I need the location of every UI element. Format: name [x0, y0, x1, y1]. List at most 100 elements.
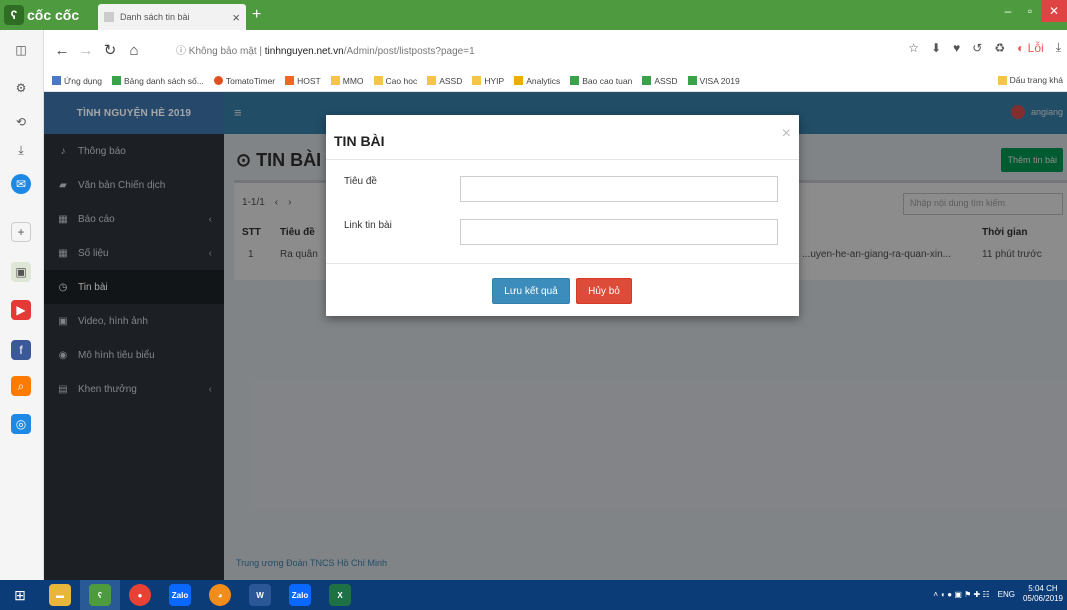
url-path: /Admin/post/listposts?page=1	[343, 46, 475, 57]
browser-tab-active[interactable]: Danh sách tin bài ×	[98, 4, 246, 30]
restore-button[interactable]: ▫	[1019, 0, 1041, 22]
modal-divider	[326, 159, 799, 160]
windows-taskbar: ⊞ ▬ ʕ ● Zalo ◕ W Zalo X ˄ ◖ ● ▣ ⚑ ✚ ☷ EN…	[0, 580, 1067, 610]
bookmark-item[interactable]: Bảng danh sách số...	[111, 76, 204, 86]
bookmark-item[interactable]: Analytics	[514, 76, 560, 86]
system-tray: ˄ ◖ ● ▣ ⚑ ✚ ☷ ENG 5:04 CH 05/06/2019	[933, 584, 1063, 604]
clock-time: 5:04 CH	[1028, 584, 1058, 593]
bookmark-label: Cao hoc	[385, 75, 418, 86]
bookmark-item[interactable]: ASSD	[427, 76, 462, 86]
chrome-taskbar-button[interactable]: ●	[120, 580, 160, 610]
modal-divider	[326, 263, 799, 264]
profile-badge[interactable]: ◐ Lỗi	[1017, 41, 1044, 55]
home-button[interactable]: ⌂	[122, 42, 146, 59]
close-icon[interactable]: ×	[782, 125, 791, 143]
url-host: tinhnguyen.net.vn	[264, 46, 344, 57]
bookmark-item[interactable]: HYIP	[472, 76, 504, 86]
bookmark-label: HOST	[297, 75, 321, 86]
search-app-icon[interactable]: ⌕	[11, 376, 31, 396]
browser-brand[interactable]: ʕ cốc cốc	[0, 0, 98, 30]
bookmark-label: Dấu trang khá	[1009, 75, 1063, 85]
link-input[interactable]	[460, 219, 778, 245]
word-icon: W	[249, 584, 271, 606]
new-tab-button[interactable]: +	[252, 6, 261, 24]
app-taskbar-button[interactable]: ◕	[200, 580, 240, 610]
folder-icon: ▬	[49, 584, 71, 606]
zalo2-taskbar-button[interactable]: Zalo	[280, 580, 320, 610]
language-indicator[interactable]: ENG	[998, 590, 1015, 599]
coccoc-taskbar-button[interactable]: ʕ	[80, 580, 120, 610]
modal-title: TIN BÀI	[334, 133, 385, 149]
window-close-button[interactable]: ✕	[1041, 0, 1067, 22]
page-favicon-icon	[104, 12, 114, 22]
sheet-icon	[642, 76, 652, 85]
bookmark-label: VISA 2019	[699, 75, 740, 86]
tray-icons[interactable]: ˄ ◖ ● ▣ ⚑ ✚ ☷	[933, 590, 989, 599]
host-icon	[285, 76, 295, 85]
address-bar-actions: ☆ ⬇ ♥ ↺ ♻ ◐ Lỗi ⤓	[908, 40, 1061, 55]
tomato-icon	[213, 76, 223, 85]
sheet-icon	[111, 76, 121, 85]
download-icon[interactable]: ⤓	[11, 140, 31, 160]
star-icon[interactable]: ☆	[908, 41, 919, 55]
app-icon: ◕	[209, 584, 231, 606]
bookmark-item[interactable]: VISA 2019	[687, 75, 740, 86]
zalo-taskbar-button[interactable]: Zalo	[160, 580, 200, 610]
messenger-icon[interactable]: ✉	[11, 174, 31, 194]
bookmark-item[interactable]: Cao hoc	[373, 75, 418, 86]
bookmark-item[interactable]: HOST	[285, 76, 321, 86]
minimize-button[interactable]: –	[997, 0, 1019, 22]
save-button[interactable]: Lưu kết quả	[492, 278, 570, 304]
sidebar-panel-icon[interactable]: ◫	[11, 40, 31, 60]
sheet-icon	[687, 76, 697, 85]
close-tab-icon[interactable]: ×	[232, 10, 240, 25]
url-field[interactable]: ⓘ Không bảo mật | tinhnguyen.net.vn/Admi…	[176, 42, 475, 57]
reload-button[interactable]: ↻	[98, 41, 122, 59]
file-explorer-button[interactable]: ▬	[40, 580, 80, 610]
bookmark-label: ASSD	[654, 75, 678, 86]
excel-icon: X	[329, 584, 351, 606]
facebook-icon[interactable]: f	[11, 340, 31, 360]
bookmark-item[interactable]: TomatoTimer	[213, 76, 275, 86]
apps-grid-icon	[52, 76, 61, 85]
bookmark-label: MMO	[342, 75, 364, 86]
folder-icon	[472, 76, 482, 85]
bookmark-label: Bao cao tuan	[582, 75, 633, 86]
download-arrow-icon[interactable]: ⤓	[1056, 40, 1061, 55]
save-icon[interactable]: ⬇	[931, 41, 941, 55]
folder-icon	[427, 76, 437, 85]
window-controls: – ▫ ✕	[997, 0, 1067, 22]
excel-taskbar-button[interactable]: X	[320, 580, 360, 610]
folder-icon	[997, 75, 1007, 85]
bookmark-item[interactable]: Bao cao tuan	[570, 76, 632, 86]
cancel-button[interactable]: Hủy bỏ	[576, 278, 632, 304]
other-bookmarks[interactable]: Dấu trang khá	[997, 75, 1063, 85]
bookmark-item[interactable]: ASSD	[642, 75, 678, 86]
title-input[interactable]	[460, 176, 778, 202]
browser-tab-bar: ʕ cốc cốc Danh sách tin bài × + – ▫ ✕	[0, 0, 1067, 30]
settings-icon[interactable]: ⚙	[11, 78, 31, 98]
clock[interactable]: 5:04 CH 05/06/2019	[1023, 584, 1063, 604]
url-security-label: Không bảo mật	[188, 46, 257, 57]
folder-icon	[330, 76, 340, 85]
youtube-icon[interactable]: ▶	[11, 300, 31, 320]
link-label: Link tin bài	[344, 220, 392, 231]
profile-label: Lỗi	[1027, 40, 1044, 55]
word-taskbar-button[interactable]: W	[240, 580, 280, 610]
forward-button[interactable]: →	[74, 42, 98, 59]
app-icon[interactable]: ▣	[11, 262, 31, 282]
post-modal: TIN BÀI × Tiêu đề Link tin bài Lưu kết q…	[326, 115, 799, 316]
bookmark-apps[interactable]: Ứng dụng	[52, 76, 102, 86]
bookmark-label: Ứng dụng	[64, 75, 102, 86]
extension-icon[interactable]: ♻	[994, 41, 1005, 55]
start-button[interactable]: ⊞	[0, 580, 40, 610]
camera-app-icon[interactable]: ◎	[11, 414, 31, 434]
shield-icon[interactable]: ♥	[953, 41, 960, 55]
add-app-icon[interactable]: +	[11, 222, 31, 242]
back-button[interactable]: ←	[50, 42, 74, 59]
history-icon[interactable]: ⟲	[11, 112, 31, 132]
undo-icon[interactable]: ↺	[972, 41, 982, 55]
info-icon: ⓘ	[176, 46, 186, 57]
folder-icon	[373, 76, 383, 85]
bookmark-item[interactable]: MMO	[330, 75, 364, 86]
